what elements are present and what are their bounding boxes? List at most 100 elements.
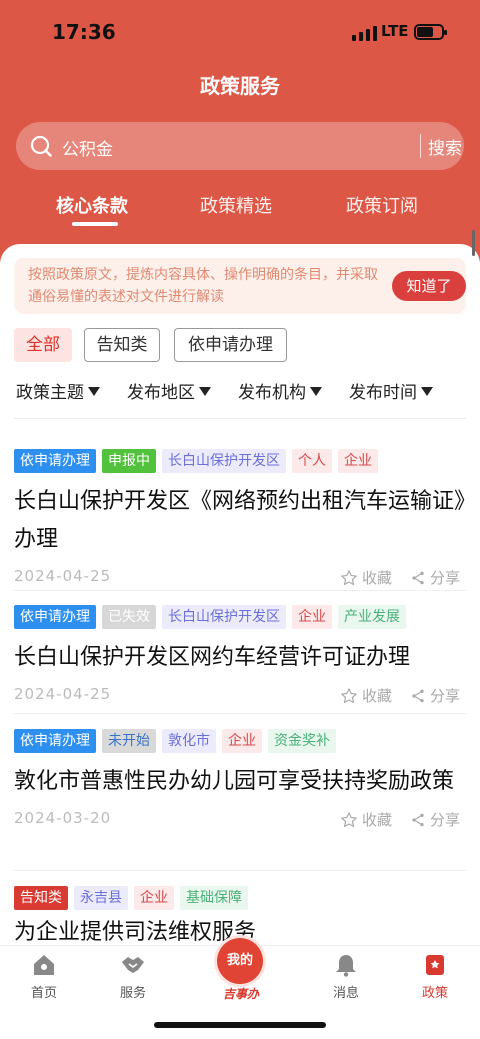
share-label: 分享 <box>430 569 461 587</box>
tab-policy-subscribe[interactable]: 政策订阅 <box>346 192 418 218</box>
policy-icon <box>426 955 444 975</box>
card-title[interactable]: 长白山保护开发区《网络预约出租汽车运输证》办理 <box>14 483 466 559</box>
handshake-icon <box>122 957 144 973</box>
policy-card[interactable]: 依申请办理 申报中 长白山保护开发区 个人 企业 长白山保护开发区《网络预约出租… <box>14 449 466 593</box>
tag-status: 申报中 <box>102 449 156 473</box>
tab-policy-picks[interactable]: 政策精选 <box>200 192 272 218</box>
filter-apply[interactable]: 依申请办理 <box>174 328 287 362</box>
notice-dismiss-button[interactable]: 知道了 <box>392 271 466 301</box>
search-input[interactable]: 公积金 <box>62 135 113 160</box>
favorite-label: 收藏 <box>362 811 393 829</box>
card-meta: 2024-04-25 收藏 分享 <box>14 681 466 711</box>
status-bar: 17:36 LTE <box>0 18 480 48</box>
share-button[interactable]: 分享 <box>410 685 460 706</box>
share-button[interactable]: 分享 <box>410 809 460 830</box>
divider <box>14 418 466 419</box>
policy-card[interactable]: 依申请办理 已失效 长白山保护开发区 企业 产业发展 长白山保护开发区网约车经营… <box>14 605 466 711</box>
tabbar-label: 服务 <box>119 986 146 1001</box>
tag-status: 已失效 <box>102 605 156 629</box>
tag-type: 依申请办理 <box>14 729 96 753</box>
dropdown-label: 发布地区 <box>127 383 195 403</box>
network-label: LTE <box>381 22 409 40</box>
tab-core-terms[interactable]: 核心条款 <box>56 192 128 218</box>
tabbar-home[interactable]: 首页 <box>4 946 84 1001</box>
star-icon <box>341 687 357 703</box>
center-brand-label: 吉事办 <box>222 987 259 1001</box>
tag-category: 基础保障 <box>180 886 248 910</box>
tag-status: 未开始 <box>102 729 156 753</box>
tag-category: 资金奖补 <box>268 729 336 753</box>
share-label: 分享 <box>430 811 461 829</box>
card-title[interactable]: 长白山保护开发区网约车经营许可证办理 <box>14 639 466 677</box>
dropdown-label: 政策主题 <box>16 383 84 403</box>
tag-type: 依申请办理 <box>14 605 96 629</box>
favorite-label: 收藏 <box>362 687 393 705</box>
dropdown-label: 发布机构 <box>238 383 306 403</box>
search-button[interactable]: 搜索 <box>428 134 462 159</box>
divider <box>14 590 466 591</box>
status-time: 17:36 <box>52 20 116 44</box>
tabbar-label: 政策 <box>421 986 448 1001</box>
caret-down-icon <box>199 387 211 396</box>
tabbar-label: 首页 <box>30 986 57 1001</box>
tabbar-service[interactable]: 服务 <box>93 946 173 1001</box>
dropdown-date[interactable]: 发布时间 <box>349 378 433 403</box>
tag-type: 告知类 <box>14 886 68 910</box>
tabbar-label: 消息 <box>332 986 359 1001</box>
share-icon <box>412 813 424 826</box>
divider <box>14 870 466 871</box>
tabbar-messages[interactable]: 消息 <box>306 946 386 1001</box>
dropdown-label: 发布时间 <box>349 383 417 403</box>
tag-region: 敦化市 <box>162 729 216 753</box>
share-button[interactable]: 分享 <box>410 567 460 588</box>
card-meta: 2024-04-25 收藏 分享 <box>14 563 466 593</box>
scrollbar[interactable] <box>472 230 475 256</box>
dropdown-policy-theme[interactable]: 政策主题 <box>16 378 100 403</box>
card-meta: 2024-03-20 收藏 分享 <box>14 805 466 835</box>
tabbar-policy[interactable]: 政策 <box>395 946 475 1001</box>
star-icon <box>341 569 357 585</box>
tab-bar-top: 核心条款 政策精选 政策订阅 <box>0 192 480 232</box>
tag-audience: 企业 <box>292 605 332 629</box>
notice-text: 按照政策原文，提炼内容具体、操作明确的条目，并采取通俗易懂的表述对文件进行解读 <box>28 267 378 305</box>
favorite-button[interactable]: 收藏 <box>340 809 392 830</box>
policy-card[interactable]: 依申请办理 未开始 敦化市 企业 资金奖补 敦化市普惠性民办幼儿园可享受扶持奖励… <box>14 729 466 835</box>
tag-type: 依申请办理 <box>14 449 96 473</box>
page-title: 政策服务 <box>200 74 280 98</box>
dropdown-agency[interactable]: 发布机构 <box>238 378 322 403</box>
filter-all[interactable]: 全部 <box>14 328 72 362</box>
search-bar[interactable]: 公积金 搜索 <box>16 122 464 170</box>
tag-row: 依申请办理 申报中 长白山保护开发区 个人 企业 <box>14 449 466 473</box>
home-icon <box>34 955 54 975</box>
bell-icon <box>336 955 356 977</box>
tag-row: 依申请办理 未开始 敦化市 企业 资金奖补 <box>14 729 466 753</box>
center-mine-button[interactable]: 我的 <box>217 938 263 984</box>
filter-inform[interactable]: 告知类 <box>84 328 160 362</box>
star-icon <box>341 811 357 827</box>
battery-icon <box>414 24 447 40</box>
card-title[interactable]: 敦化市普惠性民办幼儿园可享受扶持奖励政策 <box>14 763 466 801</box>
favorite-label: 收藏 <box>362 569 393 587</box>
share-label: 分享 <box>430 687 461 705</box>
tag-region: 长白山保护开发区 <box>162 449 286 473</box>
tag-region: 永吉县 <box>74 886 128 910</box>
tag-audience: 个人 <box>292 449 332 473</box>
home-indicator[interactable] <box>154 1022 326 1028</box>
notice-banner: 按照政策原文，提炼内容具体、操作明确的条目，并采取通俗易懂的表述对文件进行解读 … <box>14 258 466 314</box>
dropdown-region[interactable]: 发布地区 <box>127 378 211 403</box>
tag-row: 依申请办理 已失效 长白山保护开发区 企业 产业发展 <box>14 605 466 629</box>
caret-down-icon <box>88 387 100 396</box>
card-date: 2024-04-25 <box>14 685 112 703</box>
favorite-button[interactable]: 收藏 <box>340 567 392 588</box>
favorite-button[interactable]: 收藏 <box>340 685 392 706</box>
tag-audience: 企业 <box>338 449 378 473</box>
share-icon <box>412 689 424 702</box>
search-icon <box>30 135 52 157</box>
divider <box>14 713 466 714</box>
share-icon <box>412 571 424 584</box>
active-tab-indicator <box>72 222 118 226</box>
tag-region: 长白山保护开发区 <box>162 605 286 629</box>
tag-row: 告知类 永吉县 企业 基础保障 <box>14 886 466 910</box>
tag-category: 产业发展 <box>338 605 406 629</box>
tag-audience: 企业 <box>134 886 174 910</box>
